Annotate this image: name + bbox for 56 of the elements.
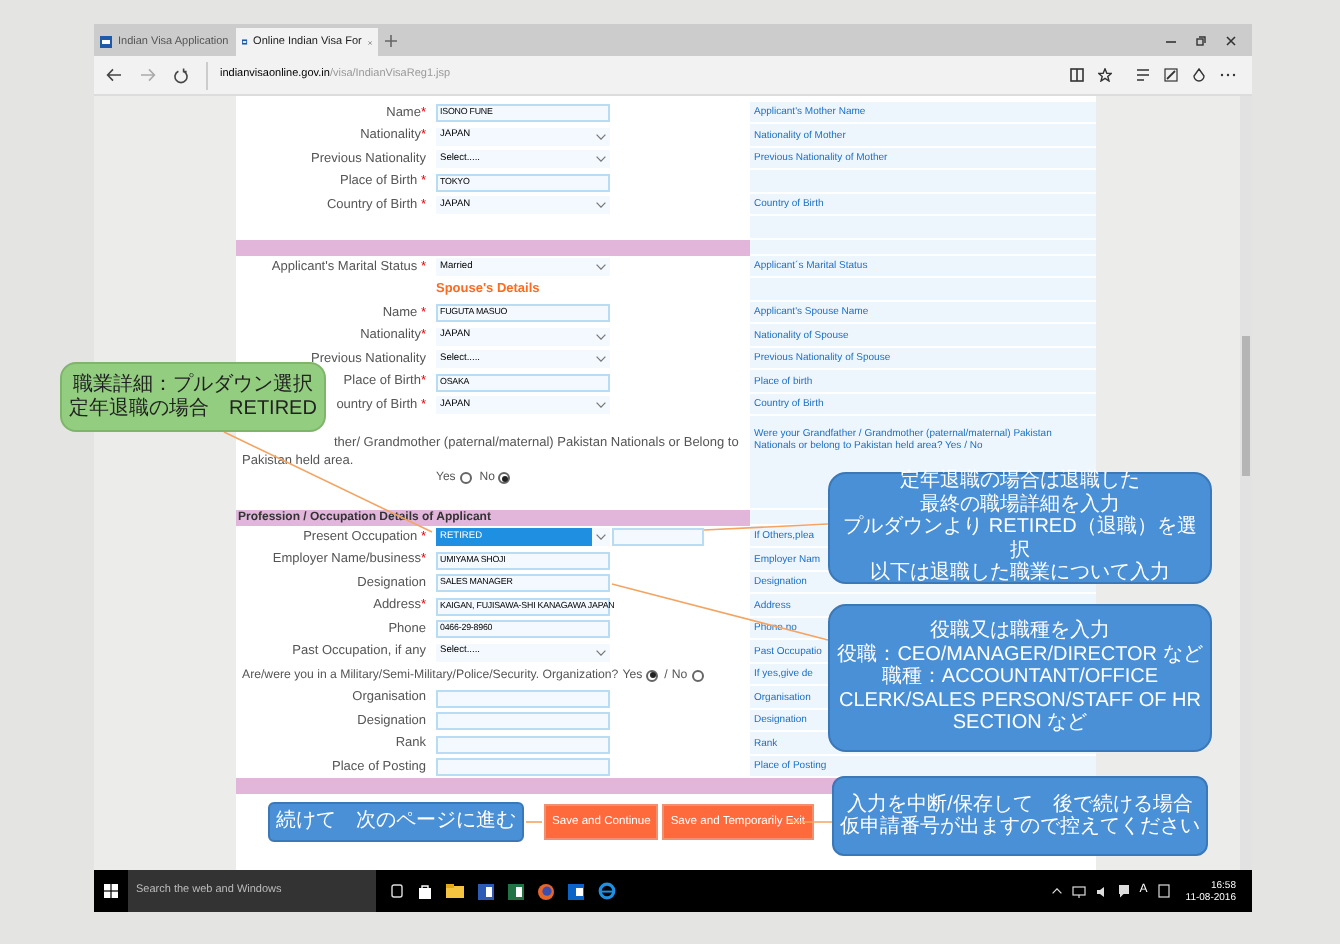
speaker-icon[interactable]: [1095, 885, 1108, 897]
back-arrow-icon[interactable]: [106, 68, 122, 82]
scrollbar[interactable]: [1240, 96, 1252, 870]
callout-text: 定年退職の場合は退職した: [900, 470, 1140, 493]
browser-icon[interactable]: [598, 882, 616, 900]
text-field[interactable]: [436, 758, 610, 776]
chevron-down-icon: [596, 333, 606, 339]
chevron-down-icon: [596, 402, 606, 408]
leader-line: [525, 821, 543, 823]
page-icon: [242, 36, 248, 48]
refresh-icon[interactable]: [174, 67, 188, 83]
leader-line: [703, 523, 829, 531]
chevron-down-icon: [596, 356, 606, 362]
radio-button[interactable]: [646, 669, 659, 681]
leader-line: [789, 821, 833, 823]
callout-text: 定年退職の場合 RETIRED: [69, 397, 317, 420]
page-icon: [100, 36, 112, 48]
star-icon[interactable]: [1098, 68, 1112, 82]
reading-view-icon[interactable]: [1070, 68, 1084, 82]
chevron-down-icon: [596, 133, 606, 139]
chevron-up-icon[interactable]: [1051, 888, 1062, 894]
text-field[interactable]: [612, 528, 704, 546]
chevron-down-icon: [596, 534, 606, 540]
globe-icon[interactable]: [538, 883, 554, 899]
text-field[interactable]: [436, 689, 610, 707]
radio-button[interactable]: [498, 472, 511, 485]
callout-text: 職業詳細：プルダウン選択: [73, 374, 313, 397]
scrollbar-thumb[interactable]: [1242, 336, 1250, 476]
hub-icon[interactable]: [1136, 68, 1150, 82]
task-view-icon[interactable]: [390, 884, 404, 898]
callout-text: 最終の職場詳細を入力: [920, 493, 1120, 516]
new-tab-plus-icon[interactable]: [384, 34, 398, 48]
network-icon[interactable]: [1071, 885, 1086, 897]
radio-button[interactable]: [691, 669, 704, 681]
windows-logo-icon[interactable]: [104, 884, 118, 898]
document-icon[interactable]: [478, 883, 494, 899]
text-field[interactable]: [436, 735, 610, 753]
mail-icon[interactable]: [568, 883, 584, 899]
close-icon[interactable]: [1226, 35, 1236, 45]
radio-button[interactable]: [459, 472, 472, 485]
more-icon[interactable]: [1220, 72, 1236, 78]
callout-text: 仮申請番号が出ますので控えてください: [840, 816, 1200, 839]
text-field[interactable]: [436, 712, 610, 730]
message-icon[interactable]: [1117, 884, 1130, 898]
chevron-down-icon: [596, 649, 606, 655]
restore-icon[interactable]: [1196, 35, 1206, 45]
pen-note-icon[interactable]: [1164, 68, 1178, 82]
callout-text: 入力を中断/保存して 後で続ける場合: [847, 793, 1193, 815]
minimize-icon[interactable]: [1166, 35, 1176, 45]
spreadsheet-icon[interactable]: [508, 883, 524, 899]
chevron-down-icon: [596, 156, 606, 162]
folder-icon[interactable]: [446, 884, 464, 898]
shopping-bag-icon[interactable]: [418, 883, 432, 899]
callout-text: 続けて 次のページに進む: [276, 810, 516, 834]
chevron-down-icon: [596, 264, 606, 270]
chevron-down-icon: [596, 202, 606, 208]
